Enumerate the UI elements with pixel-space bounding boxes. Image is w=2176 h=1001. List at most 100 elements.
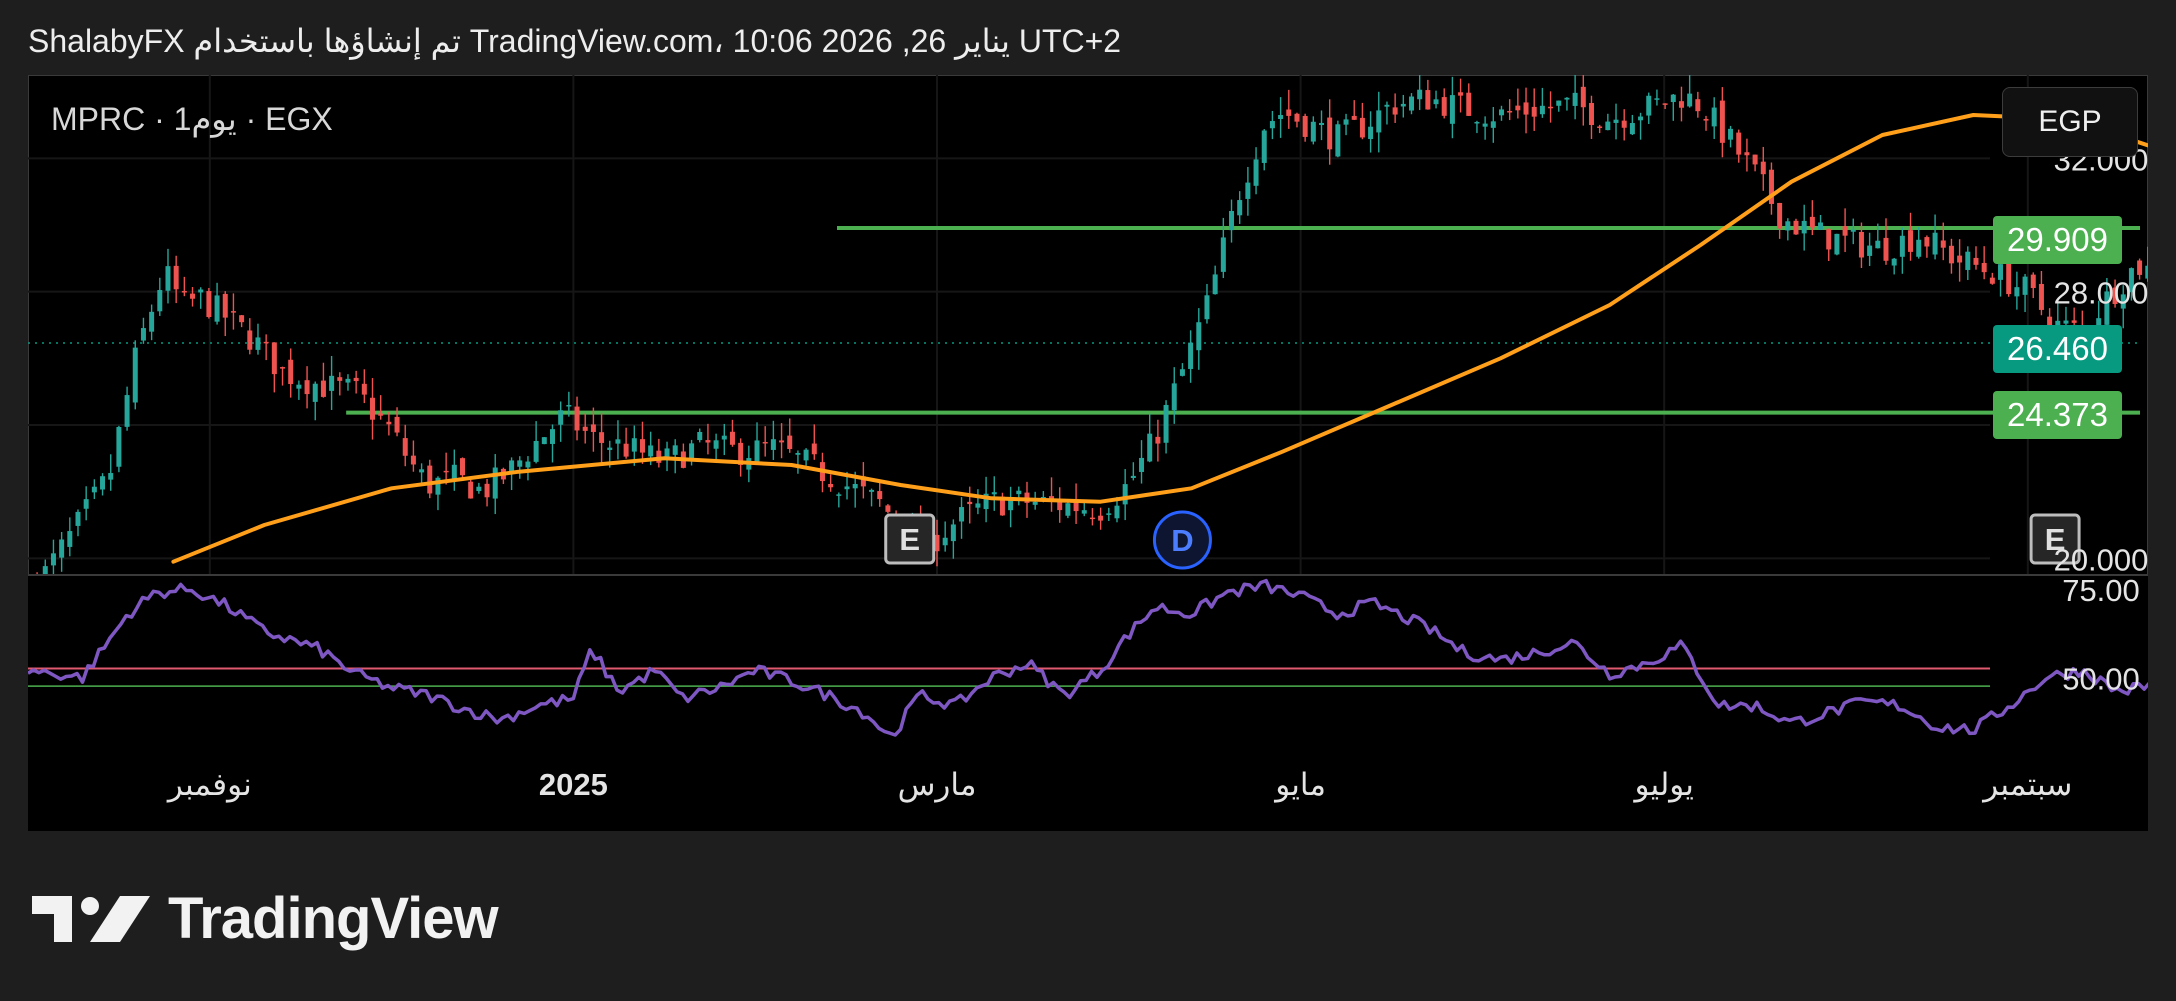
candle-body xyxy=(1171,383,1177,411)
candle-body xyxy=(288,359,294,385)
candle-body xyxy=(1278,115,1284,119)
candle-body xyxy=(1613,119,1619,123)
candle-body xyxy=(828,484,834,488)
tradingview-brand[interactable]: TradingView xyxy=(32,885,499,952)
candle-body xyxy=(672,445,678,455)
candle-body xyxy=(631,438,637,452)
candle-body xyxy=(337,377,343,381)
candle-body xyxy=(836,494,842,496)
candle-body xyxy=(705,440,711,443)
candles xyxy=(34,75,2148,615)
candle-body xyxy=(1114,505,1120,519)
candle-body xyxy=(386,421,392,425)
chart-caption: ShalabyFX تم إنشاؤها باستخدام TradingVie… xyxy=(28,23,1122,59)
candle-body xyxy=(173,265,179,290)
candle-body xyxy=(394,416,400,433)
candle-body xyxy=(1752,154,1758,165)
horizontal-levels xyxy=(28,226,2140,415)
candle-body xyxy=(410,455,416,465)
candle-body xyxy=(149,311,155,332)
candle-body xyxy=(1924,237,1930,247)
candle-body xyxy=(378,413,384,416)
earnings-marker-label: E xyxy=(899,522,920,557)
candle-body xyxy=(1417,89,1423,100)
candle-body xyxy=(1498,109,1504,116)
candle-body xyxy=(59,539,65,558)
candle-body xyxy=(1629,123,1635,135)
candle-body xyxy=(869,489,875,492)
candle-body xyxy=(582,426,588,431)
candle-body xyxy=(779,440,785,443)
candle-body xyxy=(517,460,523,467)
candle-body xyxy=(574,406,580,431)
candle-body xyxy=(1310,121,1316,142)
candle-body xyxy=(124,395,130,427)
candle-body xyxy=(271,342,277,375)
candle-body xyxy=(1163,404,1169,443)
candle-body xyxy=(1098,515,1104,521)
candle-body xyxy=(1032,501,1038,505)
candle-body xyxy=(1801,220,1807,234)
candle-body xyxy=(1948,245,1954,264)
candle-body xyxy=(140,328,146,341)
candle-body xyxy=(312,383,318,402)
candle-body xyxy=(1957,255,1963,263)
candle-body xyxy=(1973,257,1979,265)
price-chart[interactable]: EDE 32.00028.00020.00075.0050.00نوفمبر 20… xyxy=(28,75,2148,831)
event-markers[interactable]: EDE xyxy=(884,510,2081,570)
candle-body xyxy=(754,440,760,463)
candle-body xyxy=(1212,274,1218,295)
candle-body xyxy=(468,481,474,499)
candle-body xyxy=(75,511,81,526)
candle-body xyxy=(2137,260,2143,275)
tradingview-logo-icon xyxy=(32,895,150,942)
candle-body xyxy=(1343,119,1349,125)
time-axis-tick: سبتمبر xyxy=(1981,767,2072,803)
candle-body xyxy=(1220,237,1226,272)
candle-body xyxy=(451,464,457,479)
candle-body xyxy=(1523,102,1529,115)
candle-body xyxy=(1605,121,1611,131)
candle-body xyxy=(1687,93,1693,107)
candle-body xyxy=(1179,369,1185,376)
earnings-marker[interactable]: E xyxy=(884,513,936,565)
dividend-marker[interactable]: D xyxy=(1152,510,1212,570)
candle-body xyxy=(803,449,809,461)
candle-body xyxy=(1245,182,1251,199)
candle-body xyxy=(885,505,891,512)
candle-body xyxy=(1621,120,1627,128)
candle-body xyxy=(1130,475,1136,478)
candle-body xyxy=(950,524,956,542)
candle-body xyxy=(476,486,482,492)
candle-body xyxy=(566,405,572,407)
candle-body xyxy=(1858,232,1864,258)
candle-body xyxy=(1981,262,1987,273)
candle-body xyxy=(1384,104,1390,107)
candle-body xyxy=(181,291,187,293)
candle-body xyxy=(1237,200,1243,216)
candle-body xyxy=(1572,92,1578,106)
candle-body xyxy=(484,483,490,498)
candle-body xyxy=(402,438,408,456)
candle-body xyxy=(91,486,97,493)
candle-body xyxy=(1433,99,1439,105)
candle-body xyxy=(1008,499,1014,511)
candle-body xyxy=(1736,132,1742,155)
candle-body xyxy=(1662,103,1668,105)
candle-body xyxy=(1548,106,1554,109)
candle-body xyxy=(1916,239,1922,257)
candle-body xyxy=(2071,320,2077,323)
candle-body xyxy=(1711,107,1717,127)
candle-body xyxy=(1302,115,1308,137)
candle-body xyxy=(787,435,793,450)
candle-body xyxy=(975,503,981,508)
candle-body xyxy=(345,378,351,383)
symbol-legend[interactable]: MPRC · 1يوم · EGX xyxy=(51,100,333,138)
candle-body xyxy=(1359,117,1365,138)
dividend-marker-label: D xyxy=(1171,523,1193,558)
candle-body xyxy=(615,439,621,444)
candle-body xyxy=(590,424,596,432)
currency-button[interactable]: EGP xyxy=(2002,87,2138,157)
candle-body xyxy=(1744,152,1750,156)
candle-body xyxy=(1556,100,1562,106)
